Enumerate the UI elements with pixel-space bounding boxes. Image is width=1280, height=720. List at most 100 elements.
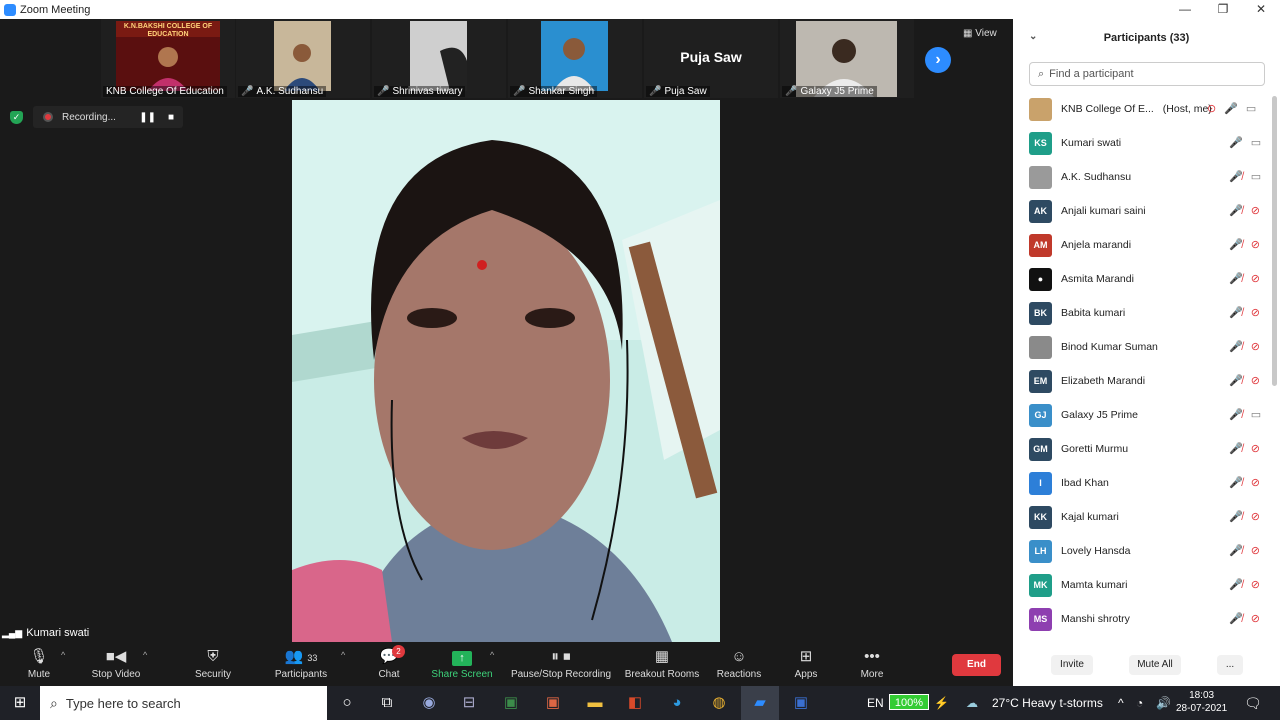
minimize-button[interactable]: —	[1166, 0, 1204, 19]
mic-off-icon[interactable]: 🎤̸	[1229, 612, 1243, 625]
encryption-shield-icon[interactable]: ✓	[10, 111, 23, 124]
participant-tile-knb[interactable]: K.N.BAKSHI COLLEGE OF EDUCATION KNB Coll…	[101, 19, 235, 98]
mic-off-icon[interactable]: 🎤̸	[1229, 510, 1243, 523]
mute-button[interactable]: 🎙 Mute	[22, 646, 56, 680]
participant-row[interactable]: Binod Kumar Suman 🎤̸ ⊘	[1013, 331, 1280, 365]
video-off-icon[interactable]: ⊘	[1251, 476, 1260, 489]
taskbar-search-input[interactable]: ⌕ Type here to search	[40, 686, 327, 720]
breakout-rooms-button[interactable]: ▦ Breakout Rooms	[624, 646, 700, 680]
participants-options-caret-icon[interactable]: ^	[341, 650, 345, 660]
participant-row[interactable]: KS Kumari swati 🎤 ▭	[1013, 127, 1280, 161]
participant-row[interactable]: A.K. Sudhansu 🎤̸ ▭	[1013, 161, 1280, 195]
mic-off-icon[interactable]: 🎤̸	[1229, 544, 1243, 557]
notifications-icon[interactable]: 🗨	[1244, 686, 1262, 720]
mute-all-button[interactable]: Mute All	[1129, 655, 1181, 675]
close-window-button[interactable]: ✕	[1242, 0, 1280, 19]
excel-icon[interactable]: ▣	[497, 686, 525, 720]
reactions-button[interactable]: ☺ Reactions	[716, 646, 762, 680]
task-view-icon[interactable]: ⧉	[373, 686, 401, 720]
participant-row[interactable]: AK Anjali kumari saini 🎤̸ ⊘	[1013, 195, 1280, 229]
share-options-caret-icon[interactable]: ^	[490, 650, 494, 660]
mic-off-icon[interactable]: 🎤̸	[1229, 340, 1243, 353]
volume-icon[interactable]: 🔊	[1156, 686, 1171, 720]
participant-row[interactable]: BK Babita kumari 🎤̸ ⊘	[1013, 297, 1280, 331]
video-on-icon[interactable]: ▭	[1251, 136, 1261, 149]
pdf-app-icon[interactable]: ▣	[539, 686, 567, 720]
video-off-icon[interactable]: ⊘	[1251, 272, 1260, 285]
invite-button[interactable]: Invite	[1051, 655, 1093, 675]
browser-app-icon[interactable]: ◉	[415, 686, 443, 720]
battery-indicator[interactable]: 100%	[889, 694, 929, 710]
participant-tile-sudhansu[interactable]: 🎤 A.K. Sudhansu	[236, 19, 370, 98]
office-icon[interactable]: ◧	[621, 686, 649, 720]
video-on-icon[interactable]: ▭	[1251, 408, 1261, 421]
chrome-icon[interactable]: ◍	[705, 686, 733, 720]
mic-off-icon[interactable]: 🎤̸	[1229, 578, 1243, 591]
mic-off-icon[interactable]: 🎤̸	[1229, 204, 1243, 217]
windows-start-icon[interactable]: ⊞	[0, 686, 40, 720]
participant-tile-shrinivas[interactable]: 🎤 Shrinivas tiwary	[372, 19, 506, 98]
video-off-icon[interactable]: ⊘	[1251, 340, 1260, 353]
video-off-icon[interactable]: ⊘	[1251, 612, 1260, 625]
participant-row[interactable]: KK Kajal kumari 🎤̸ ⊘	[1013, 501, 1280, 535]
participant-tile-galaxy[interactable]: 🎤 Galaxy J5 Prime	[780, 19, 914, 98]
cortana-icon[interactable]: ○	[333, 686, 361, 720]
video-off-icon[interactable]: ⊘	[1251, 204, 1260, 217]
mic-off-icon[interactable]: 🎤̸	[1229, 442, 1243, 455]
more-button[interactable]: ••• More	[857, 646, 887, 680]
video-on-icon[interactable]: ▭	[1246, 102, 1256, 115]
participant-search-input[interactable]: ⌕ Find a participant	[1029, 62, 1265, 86]
mic-on-icon[interactable]: 🎤	[1224, 102, 1238, 115]
stop-video-button[interactable]: ■◀ Stop Video	[88, 646, 144, 680]
video-off-icon[interactable]: ⊘	[1251, 544, 1260, 557]
video-off-icon[interactable]: ⊘	[1251, 442, 1260, 455]
video-off-icon[interactable]: ⊘	[1251, 510, 1260, 523]
participant-tile-shankar[interactable]: 🎤 Shankar Singh	[508, 19, 642, 98]
next-page-arrow-icon[interactable]: ›	[925, 47, 951, 73]
share-screen-button[interactable]: ↑ Share Screen	[430, 646, 494, 680]
mic-off-icon[interactable]: 🎤̸	[1229, 374, 1243, 387]
end-meeting-button[interactable]: End	[952, 654, 1001, 676]
mic-off-icon[interactable]: 🎤̸	[1229, 408, 1243, 421]
participant-row[interactable]: GM Goretti Murmu 🎤̸ ⊘	[1013, 433, 1280, 467]
view-button[interactable]: ▦ View	[963, 28, 997, 39]
participant-tile-puja[interactable]: Puja Saw 🎤 Puja Saw	[644, 19, 778, 98]
participant-row[interactable]: AM Anjela marandi 🎤̸ ⊘	[1013, 229, 1280, 263]
tray-overflow-icon[interactable]: ^	[1118, 686, 1124, 720]
mic-on-icon[interactable]: 🎤	[1229, 136, 1243, 149]
pause-recording-icon[interactable]: ❚❚	[139, 112, 156, 123]
collapse-chevron-icon[interactable]: ⌄	[1029, 31, 1037, 42]
store-icon[interactable]: ⊟	[455, 686, 483, 720]
apps-button[interactable]: ⊞ Apps	[791, 646, 821, 680]
maximize-button[interactable]: ❐	[1204, 0, 1242, 19]
participant-row[interactable]: KNB College Of E... (Host, me) ⊙ 🎤 ▭	[1013, 93, 1280, 127]
pause-stop-recording-button[interactable]: ⏸ ⏹ Pause/Stop Recording	[510, 646, 612, 680]
video-off-icon[interactable]: ⊘	[1251, 238, 1260, 251]
stop-recording-icon[interactable]: ■	[168, 112, 174, 123]
language-indicator[interactable]: EN	[867, 686, 884, 720]
network-icon[interactable]: ◔	[1136, 686, 1143, 720]
participants-button[interactable]: 👥 33 Participants	[270, 646, 332, 680]
mic-off-icon[interactable]: 🎤̸	[1229, 476, 1243, 489]
participant-row[interactable]: GJ Galaxy J5 Prime 🎤̸ ▭	[1013, 399, 1280, 433]
participant-row[interactable]: ● Asmita Marandi 🎤̸ ⊘	[1013, 263, 1280, 297]
panel-more-button[interactable]: ...	[1217, 655, 1243, 675]
audio-options-caret-icon[interactable]: ^	[61, 650, 65, 660]
word-icon[interactable]: ▣	[787, 686, 815, 720]
video-off-icon[interactable]: ⊘	[1251, 306, 1260, 319]
zoom-taskbar-icon[interactable]: ▰	[741, 686, 779, 720]
participant-list-scrollbar[interactable]	[1272, 96, 1277, 386]
video-on-icon[interactable]: ▭	[1251, 170, 1261, 183]
participant-row[interactable]: LH Lovely Hansda 🎤̸ ⊘	[1013, 535, 1280, 569]
edge-icon[interactable]: ◕	[663, 686, 691, 720]
file-explorer-icon[interactable]: ▬	[581, 686, 609, 720]
mic-off-icon[interactable]: 🎤̸	[1229, 306, 1243, 319]
mic-off-icon[interactable]: 🎤̸	[1229, 170, 1243, 183]
video-off-icon[interactable]: ⊘	[1251, 578, 1260, 591]
participant-row[interactable]: EM Elizabeth Marandi 🎤̸ ⊘	[1013, 365, 1280, 399]
security-button[interactable]: ⛨ Security	[190, 646, 236, 680]
mic-off-icon[interactable]: 🎤̸	[1229, 272, 1243, 285]
taskbar-clock[interactable]: 18:03 28-07-2021	[1176, 689, 1227, 715]
mic-off-icon[interactable]: 🎤̸	[1229, 238, 1243, 251]
video-options-caret-icon[interactable]: ^	[143, 650, 147, 660]
